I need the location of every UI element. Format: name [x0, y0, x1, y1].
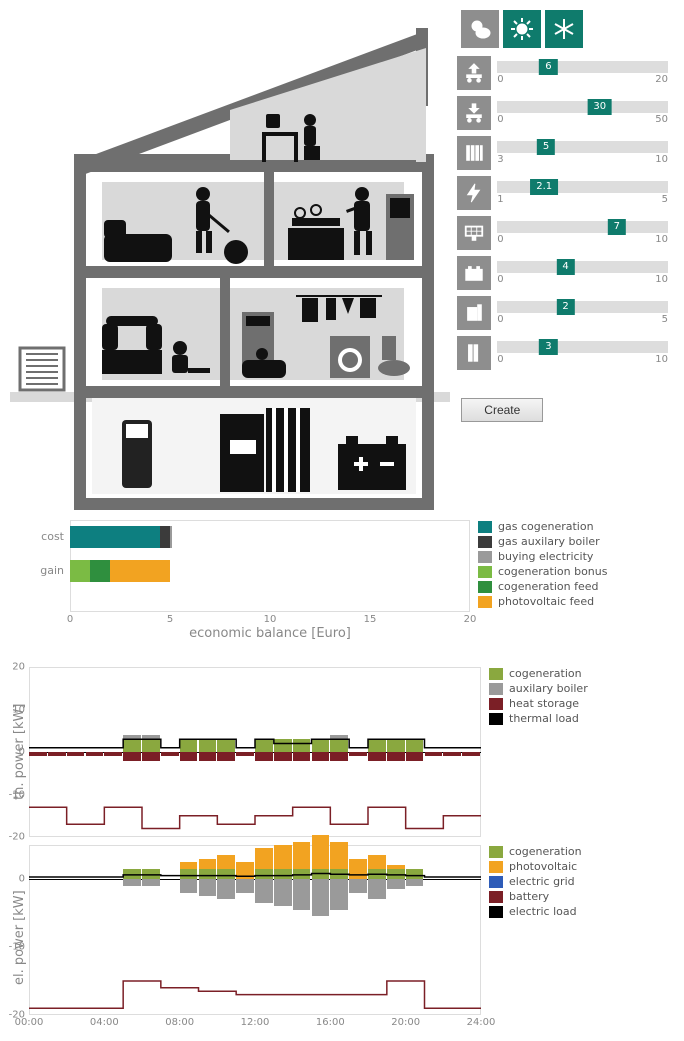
slider-track[interactable]: 3: [497, 341, 668, 353]
slider-track[interactable]: 6: [497, 61, 668, 73]
slider-thermal-store: 3010: [457, 336, 674, 370]
mode-row: [457, 10, 674, 48]
chp-icon: [457, 296, 491, 330]
sun-icon[interactable]: [503, 10, 541, 48]
slider-track[interactable]: 4: [497, 261, 668, 273]
export-price-icon: [457, 56, 491, 90]
slider-import-price: 30050: [457, 96, 674, 130]
slider-export-price: 6020: [457, 56, 674, 90]
slider-track[interactable]: 2: [497, 301, 668, 313]
econ-legend: gas cogenerationgas auxilary boilerbuyin…: [470, 520, 607, 641]
slider-thumb[interactable]: 2.1: [530, 179, 558, 195]
slider-thumb[interactable]: 30: [587, 99, 612, 115]
snowflake-icon[interactable]: [545, 10, 583, 48]
slider-thumb[interactable]: 2: [556, 299, 574, 315]
partly-cloudy-icon[interactable]: [461, 10, 499, 48]
slider-thumb[interactable]: 4: [556, 259, 574, 275]
slider-thumb[interactable]: 6: [539, 59, 557, 75]
svg-text:+: +: [471, 271, 477, 280]
thermal-legend: cogenerationauxilary boilerheat storaget…: [481, 667, 588, 837]
slider-track[interactable]: 2.1: [497, 181, 668, 193]
slider-battery: +-4010: [457, 256, 674, 290]
heating-icon: [457, 136, 491, 170]
slider-solar-panel: 7010: [457, 216, 674, 250]
solar-panel-icon: [457, 216, 491, 250]
slider-thumb[interactable]: 7: [608, 219, 626, 235]
slider-track[interactable]: 5: [497, 141, 668, 153]
slider-thumb[interactable]: 3: [539, 339, 557, 355]
house-illustration: [10, 10, 453, 510]
slider-track[interactable]: 7: [497, 221, 668, 233]
electric-legend: cogenerationphotovoltaicelectric gridbat…: [481, 845, 582, 1031]
economic-balance-chart: costgain: [70, 520, 470, 612]
slider-heating: 5310: [457, 136, 674, 170]
create-button[interactable]: Create: [461, 398, 543, 422]
slider-chp: 205: [457, 296, 674, 330]
econ-xlabel: economic balance [Euro]: [70, 626, 470, 641]
svg-text:-: -: [477, 271, 480, 280]
slider-track[interactable]: 30: [497, 101, 668, 113]
import-price-icon: [457, 96, 491, 130]
slider-thumb[interactable]: 5: [537, 139, 555, 155]
thermal-power-chart: [29, 667, 481, 837]
battery-icon: +-: [457, 256, 491, 290]
slider-lightning: 2.115: [457, 176, 674, 210]
thermal-store-icon: [457, 336, 491, 370]
electric-power-chart: [29, 845, 481, 1015]
lightning-icon: [457, 176, 491, 210]
